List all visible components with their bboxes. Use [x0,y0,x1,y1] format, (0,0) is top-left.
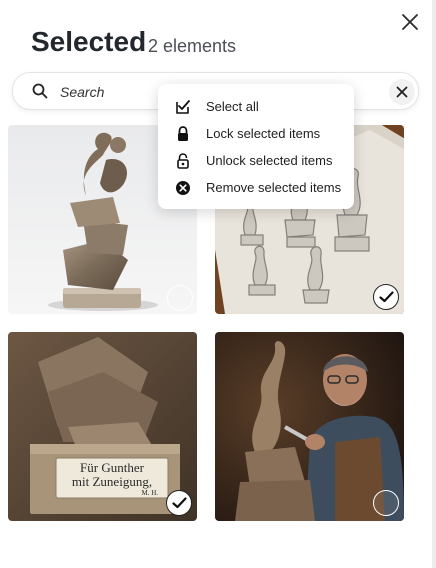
menu-item-unlock[interactable]: Unlock selected items [158,148,354,174]
context-menu: Select all Lock selected items Unlock se… [158,84,354,209]
sculptor-image [215,332,404,521]
plaque-line: mit Zuneigung, [71,474,153,489]
menu-item-label: Unlock selected items [206,153,333,168]
menu-item-remove[interactable]: Remove selected items [158,175,354,201]
menu-item-label: Select all [206,99,259,114]
unlock-icon [177,153,189,169]
select-checkbox[interactable] [373,490,399,516]
checkmark-icon [172,497,187,509]
select-checkbox[interactable] [166,490,192,516]
menu-item-label: Remove selected items [206,180,342,195]
clear-search-button[interactable] [389,79,415,105]
lock-icon [178,126,188,141]
select-checkbox[interactable] [373,284,399,310]
menu-item-select-all[interactable]: Select all [158,94,354,120]
close-icon [402,14,418,30]
plaque-line: Für Gunther [80,460,144,475]
menu-item-lock[interactable]: Lock selected items [158,121,354,147]
menu-item-label: Lock selected items [206,126,321,141]
page-title: Selected [31,26,147,57]
gallery-item[interactable]: Für Gunther mit Zuneigung, M. H. [8,332,197,521]
select-checkbox[interactable] [167,285,193,311]
select-all-icon [176,100,190,114]
gallery-item[interactable] [215,332,404,521]
panel-edge [432,0,436,568]
plaque-text: Für Gunther mit Zuneigung, M. H. [56,460,168,498]
selection-count: 2 elements [148,36,237,56]
selection-panel: Selected 2 elements Search Für Gunther m… [0,0,432,568]
plaque-signature: M. H. [141,489,158,497]
remove-circle-icon [176,181,190,195]
close-button[interactable] [399,11,421,33]
checkmark-icon [379,291,394,303]
search-icon [32,83,48,99]
clear-icon [396,86,408,98]
